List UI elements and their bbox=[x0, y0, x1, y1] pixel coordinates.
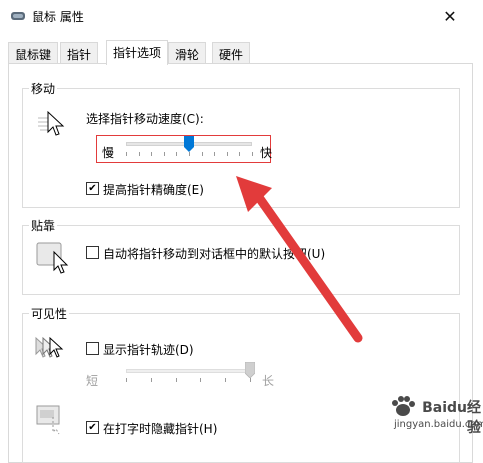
watermark: Baidu经验 jingyan.baidu.com bbox=[386, 395, 483, 452]
watermark-title: Baidu经验 bbox=[422, 400, 481, 436]
watermark-url: jingyan.baidu.com bbox=[394, 419, 483, 430]
annotation-arrow bbox=[236, 176, 363, 343]
paw-icon bbox=[392, 396, 415, 416]
tab-pointer-options[interactable]: 指针选项 bbox=[106, 40, 169, 65]
